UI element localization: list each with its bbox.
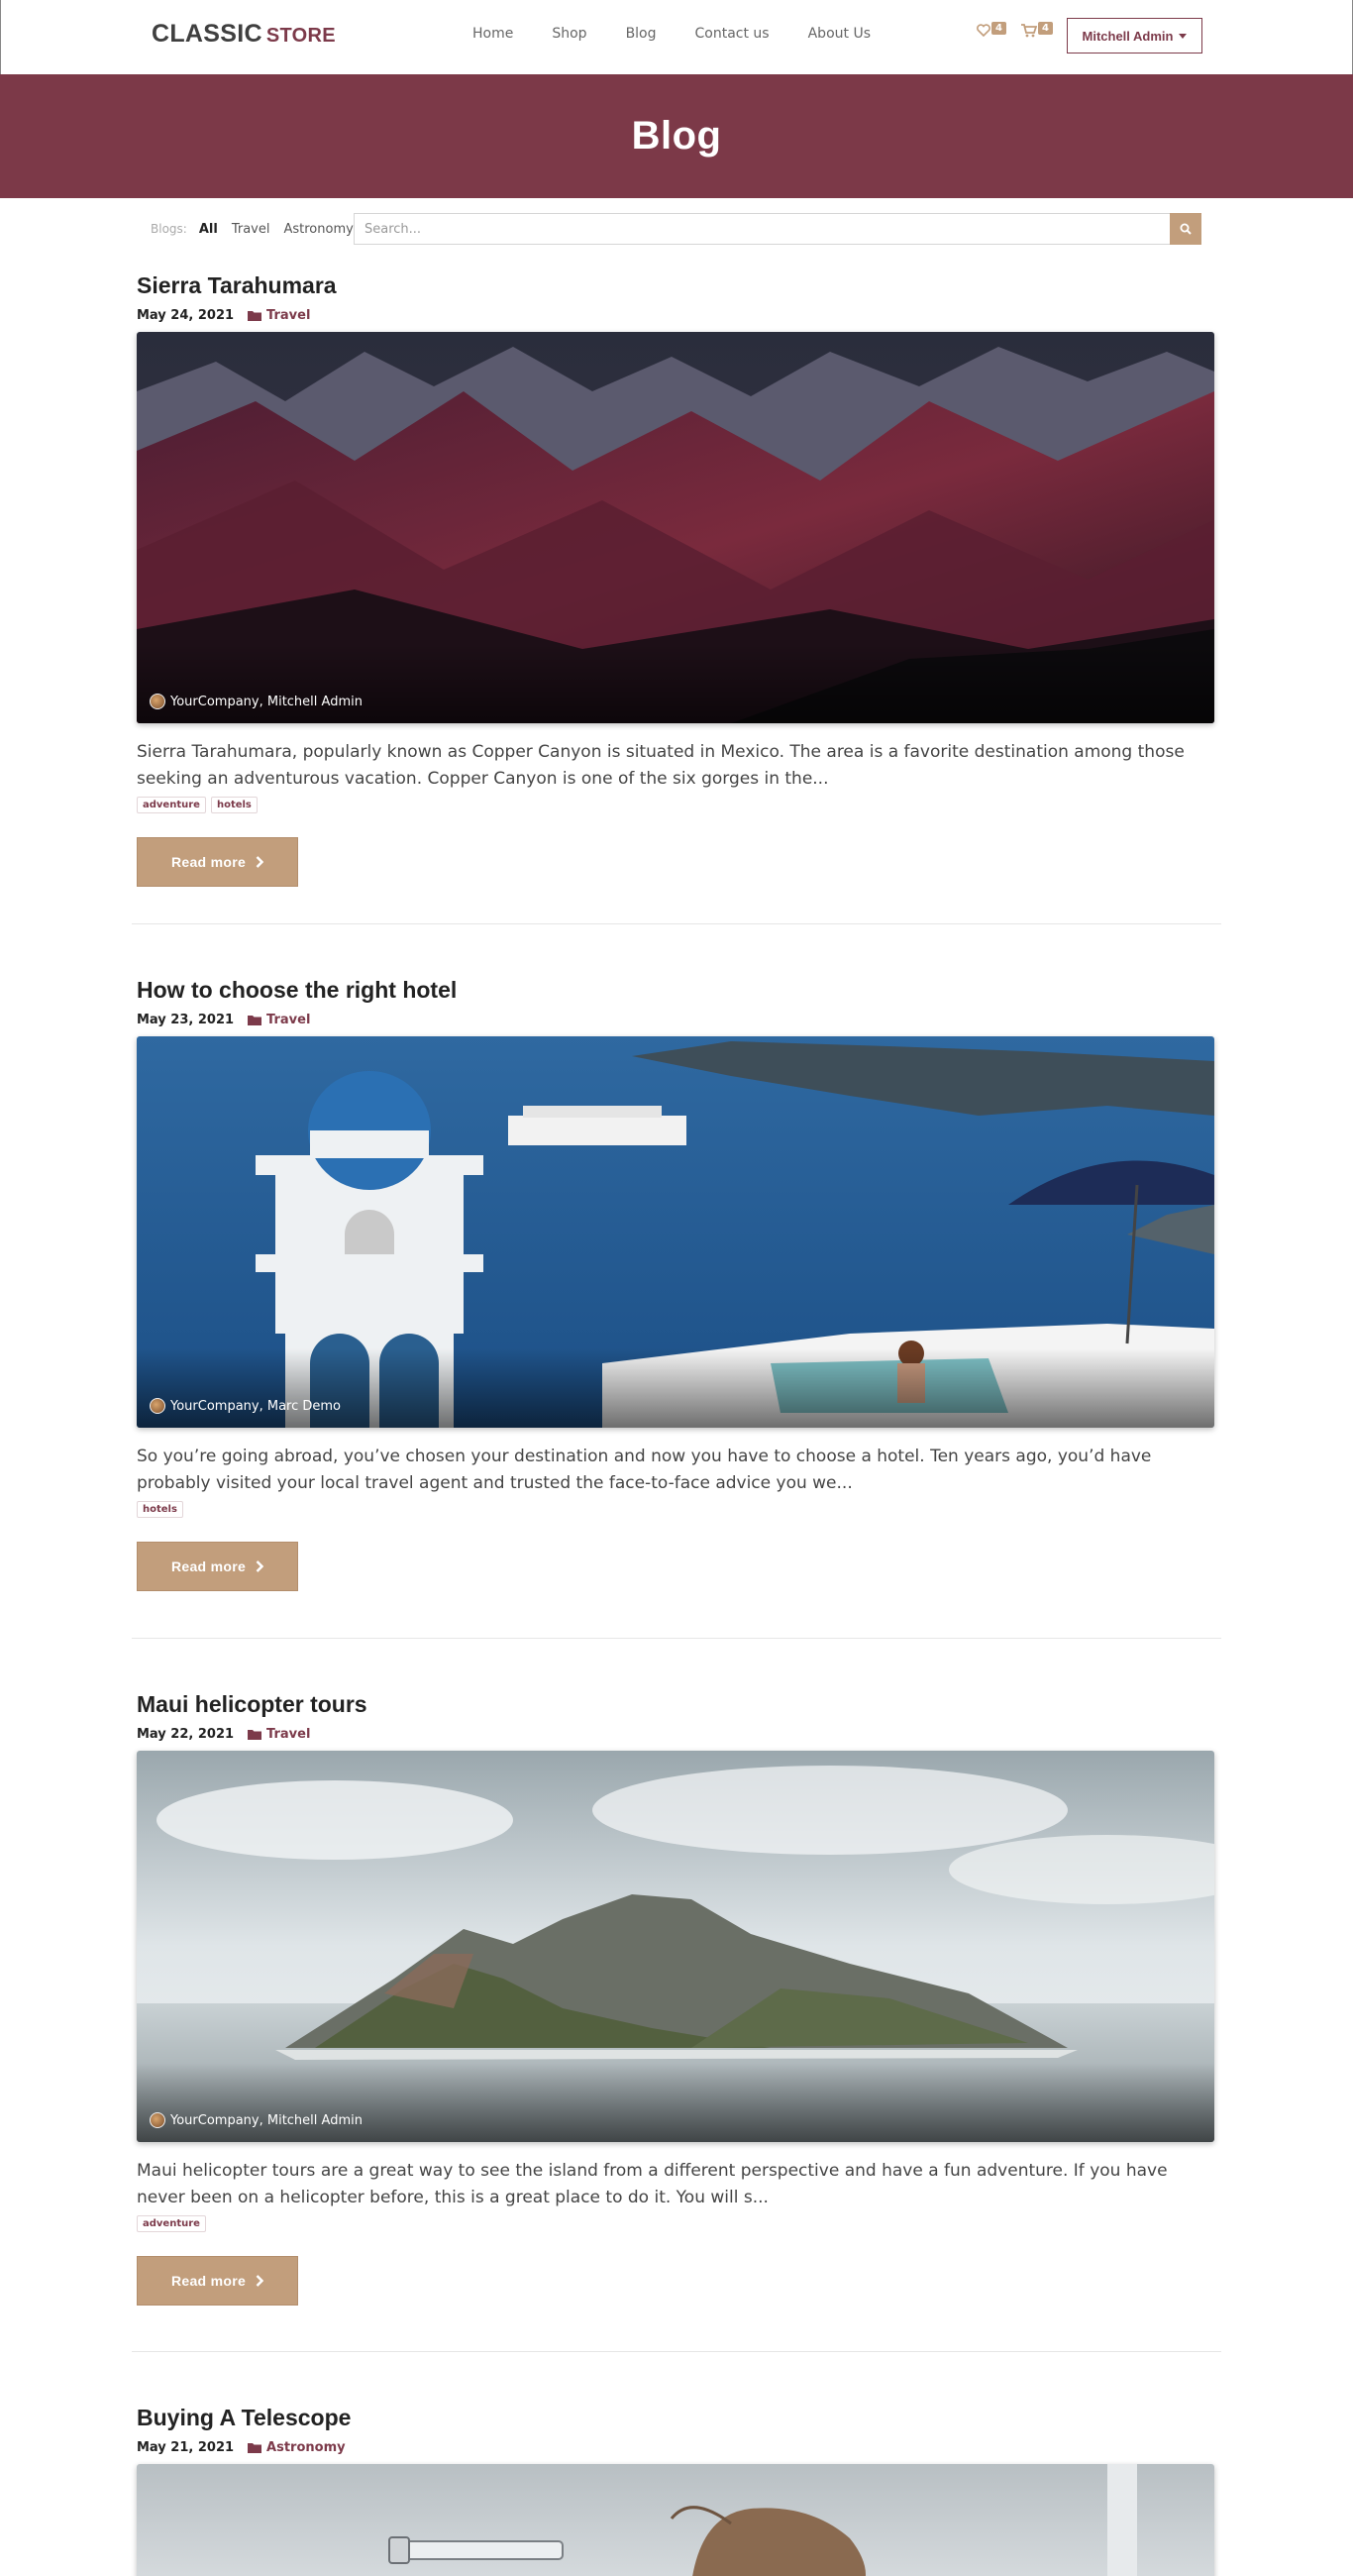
nav-shop[interactable]: Shop [552,26,586,42]
post-title[interactable]: Maui helicopter tours [137,1691,1214,1718]
cover-shade [137,2063,1214,2142]
cart-icon [1021,24,1037,38]
post-divider [132,2351,1221,2352]
folder-icon [248,1016,262,1025]
blogs-label: Blogs: [151,222,187,236]
filter-travel[interactable]: Travel [232,222,270,237]
post-date: May 23, 2021 [137,1013,235,1027]
read-more-label: Read more [170,1558,247,1574]
post-title[interactable]: How to choose the right hotel [137,977,1214,1004]
read-more-button[interactable]: Read more [137,837,298,887]
post-date: May 24, 2021 [137,308,235,323]
post-category-label: Travel [266,1727,311,1742]
post-tags: adventure [137,2215,1214,2232]
logo-main: CLASSIC [152,20,262,48]
post-tags: adventure hotels [137,797,1214,813]
nav-contact[interactable]: Contact us [695,26,770,42]
heart-icon [977,24,990,37]
post-author: YourCompany, Mitchell Admin [150,2112,363,2128]
read-more-button[interactable]: Read more [137,2256,298,2306]
read-more-button[interactable]: Read more [137,1542,298,1591]
post-meta: May 23, 2021 Travel [137,1013,1214,1027]
tag[interactable]: adventure [137,797,206,813]
blog-post: How to choose the right hotel May 23, 20… [137,977,1214,1591]
chevron-right-icon [256,1560,264,1572]
blog-post: Buying A Telescope May 21, 2021 Astronom… [137,2405,1214,2576]
page-title: Blog [631,114,722,158]
user-name: Mitchell Admin [1082,28,1174,44]
nav-blog[interactable]: Blog [626,26,657,42]
blog-post: Maui helicopter tours May 22, 2021 Trave… [137,1691,1214,2306]
chevron-right-icon [256,2275,264,2287]
post-teaser: Maui helicopter tours are a great way to… [137,2161,1168,2207]
blog-post: Sierra Tarahumara May 24, 2021 Travel Yo… [137,272,1214,887]
search-input[interactable]: Search... [354,213,1170,245]
post-category[interactable]: Travel [248,1013,310,1027]
cart-link[interactable]: 4 [1021,22,1053,38]
logo[interactable]: CLASSIC STORE [152,20,336,49]
post-cover-image[interactable]: YourCompany, Marc Demo [137,1036,1214,1428]
post-author-name: YourCompany, Mitchell Admin [170,694,363,709]
post-divider [132,1638,1221,1639]
post-category[interactable]: Travel [248,1727,310,1742]
post-author-name: YourCompany, Marc Demo [170,1398,342,1414]
post-author: YourCompany, Marc Demo [150,1398,341,1414]
cart-count: 4 [1038,22,1053,35]
post-divider [132,923,1221,924]
nav-home[interactable]: Home [472,26,513,42]
post-meta: May 22, 2021 Travel [137,1727,1214,1742]
avatar [150,694,165,709]
caret-down-icon [1179,33,1188,39]
tag[interactable]: hotels [210,797,258,813]
post-date: May 21, 2021 [137,2440,235,2455]
main-nav: Home Shop Blog Contact us About Us [472,26,871,42]
logo-sub: STORE [265,25,336,47]
post-meta: May 21, 2021 Astronomy [137,2440,1214,2455]
site-header: CLASSIC STORE Home Shop Blog Contact us A… [0,0,1353,74]
post-category[interactable]: Travel [248,308,310,323]
post-category-label: Travel [266,308,311,323]
folder-icon [248,311,262,321]
post-category[interactable]: Astronomy [248,2440,346,2455]
post-date: May 22, 2021 [137,1727,235,1742]
chevron-right-icon [256,856,264,868]
post-teaser: So you’re going abroad, you’ve chosen yo… [137,1447,1152,1493]
page-banner: Blog [0,74,1353,198]
filter-all[interactable]: All [199,222,218,237]
blog-filter-bar: Blogs: All Travel Astronomy Search... [151,213,1201,245]
post-cover-image[interactable] [137,2464,1214,2576]
cover-shade [137,1348,1214,1428]
read-more-label: Read more [170,854,247,870]
search-icon [1180,223,1192,235]
post-author-name: YourCompany, Mitchell Admin [170,2112,363,2128]
cover-shade [137,644,1214,723]
nav-about[interactable]: About Us [808,26,871,42]
post-teaser: Sierra Tarahumara, popularly known as Co… [137,742,1185,789]
post-category-label: Astronomy [266,2440,346,2455]
post-tags: hotels [137,1501,1214,1518]
post-title[interactable]: Sierra Tarahumara [137,272,1214,299]
search-button[interactable] [1170,213,1201,245]
cover-telescope-image [137,2464,1214,2576]
avatar [150,1398,165,1414]
wishlist-count: 4 [991,22,1006,35]
filter-astronomy[interactable]: Astronomy [283,222,353,237]
post-meta: May 24, 2021 Travel [137,308,1214,323]
user-menu-button[interactable]: Mitchell Admin [1067,18,1202,54]
tag[interactable]: adventure [137,2215,206,2232]
wishlist-link[interactable]: 4 [977,22,1006,37]
folder-icon [248,2443,262,2453]
post-author: YourCompany, Mitchell Admin [150,694,363,709]
tag[interactable]: hotels [137,1501,183,1518]
post-cover-image[interactable]: YourCompany, Mitchell Admin [137,332,1214,723]
read-more-label: Read more [170,2273,247,2289]
post-category-label: Travel [266,1013,311,1027]
avatar [150,2112,165,2128]
folder-icon [248,1730,262,1740]
post-cover-image[interactable]: YourCompany, Mitchell Admin [137,1751,1214,2142]
post-title[interactable]: Buying A Telescope [137,2405,1214,2431]
